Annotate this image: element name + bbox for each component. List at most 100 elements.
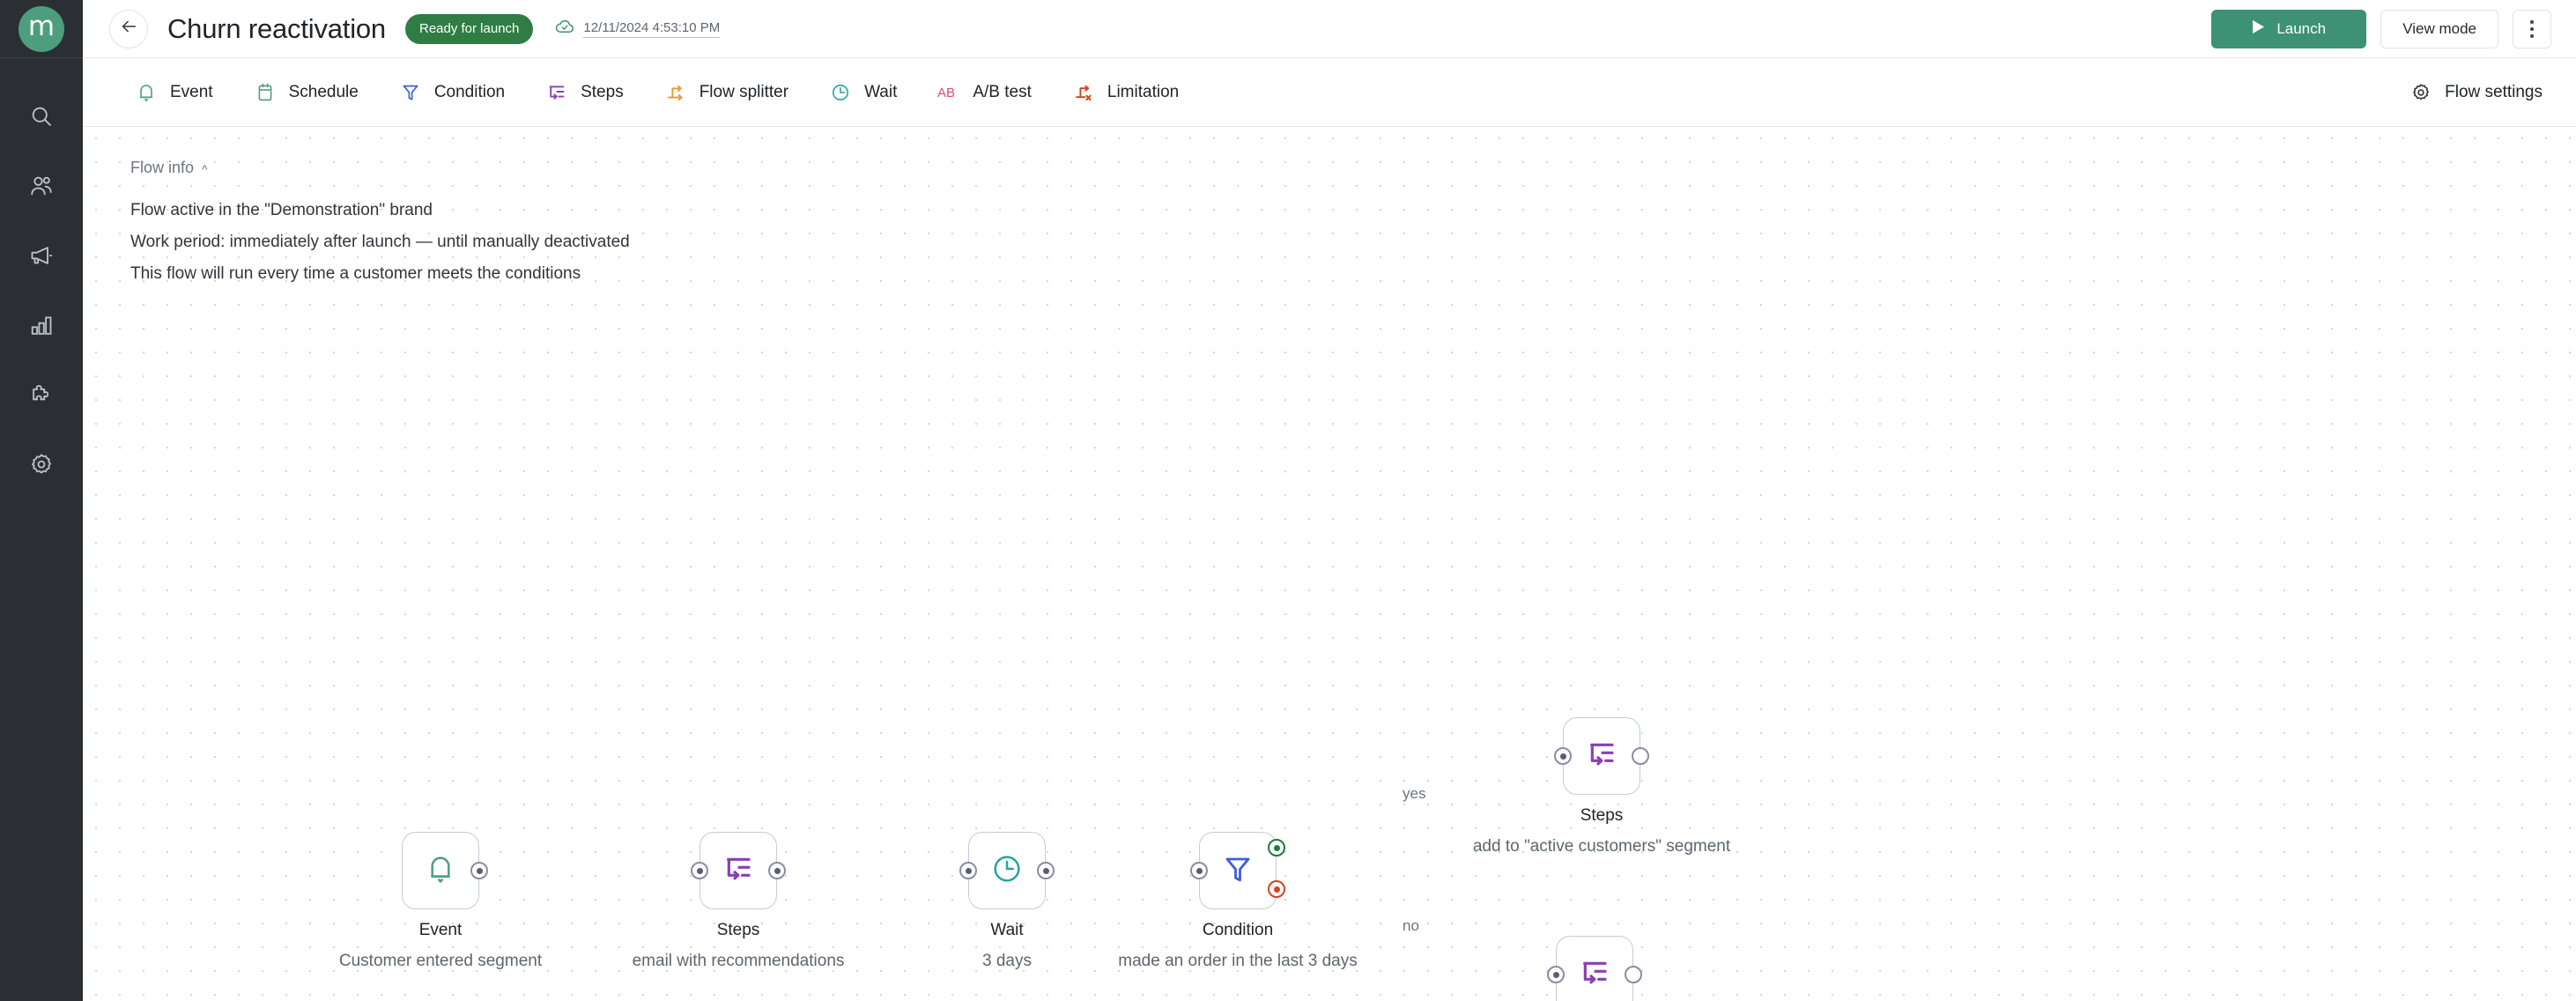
calendar-icon: [254, 81, 277, 104]
flow-node-caption: Wait 3 days: [982, 922, 1032, 972]
flow-node-condition[interactable]: Condition made an order in the last 3 da…: [1118, 832, 1358, 970]
flow-info-panel: Flow info ^ Flow active in the "Demonstr…: [130, 159, 630, 282]
flow-node-box[interactable]: [1563, 717, 1640, 795]
flow-node-title: Steps: [716, 921, 760, 939]
status-badge: Ready for launch: [404, 13, 534, 44]
toolbar-item-steps[interactable]: Steps: [525, 70, 644, 115]
back-button[interactable]: [109, 9, 148, 48]
megaphone-icon: [29, 243, 54, 268]
flow-info-line: Work period: immediately after launch — …: [130, 233, 630, 251]
chevron-up-icon: ^: [202, 161, 208, 176]
node-input-port[interactable]: [1190, 862, 1208, 879]
ab-test-icon: AB: [937, 81, 960, 104]
arrow-left-icon: [119, 17, 138, 41]
more-menu-button[interactable]: [2513, 9, 2551, 48]
sidebar-item-audience[interactable]: [0, 151, 83, 220]
clock-icon: [829, 81, 852, 104]
view-mode-label: View mode: [2402, 19, 2476, 37]
flow-node-caption: Event Customer entered segment: [339, 922, 542, 972]
sidebar-item-analytics[interactable]: [0, 290, 83, 360]
gear-icon: [2409, 81, 2432, 104]
sidebar-item-integrations[interactable]: [0, 360, 83, 429]
saved-timestamp[interactable]: 12/11/2024 4:53:10 PM: [583, 20, 721, 38]
flow-splitter-icon: [664, 81, 687, 104]
toolbar-item-label: Event: [170, 82, 213, 101]
flow-settings-label: Flow settings: [2445, 82, 2543, 101]
node-input-port[interactable]: [691, 862, 708, 879]
toolbar-item-flow-splitter[interactable]: Flow splitter: [644, 70, 809, 115]
node-output-port[interactable]: [1632, 747, 1649, 765]
flow-node-caption: Condition made an order in the last 3 da…: [1118, 922, 1357, 972]
main-area: Churn reactivation Ready for launch 12/1…: [83, 0, 2576, 1001]
flow-node-title: Event: [418, 921, 463, 939]
flow-node-title: Steps: [1580, 806, 1624, 825]
flow-node-event[interactable]: Event Customer entered segment: [339, 832, 542, 970]
flow-node-box[interactable]: [700, 832, 777, 909]
node-input-port[interactable]: [1554, 747, 1572, 765]
flow-node-wait[interactable]: Wait 3 days: [959, 832, 1055, 970]
page-title: Churn reactivation: [167, 12, 386, 44]
node-output-port[interactable]: [1037, 862, 1055, 879]
flow-node-subtitle: made an order in the last 3 days: [1118, 952, 1358, 970]
sidebar-item-settings[interactable]: [0, 429, 83, 499]
limitation-icon: [1072, 81, 1095, 104]
toolbar-item-label: Flow splitter: [699, 82, 789, 101]
app-logo[interactable]: m: [0, 0, 83, 58]
flow-node-steps-promo-code[interactable]: Steps campaign with a promo code: [1547, 936, 1642, 1001]
flow-node-caption: Steps email with recommendations: [633, 922, 845, 972]
edge-label-yes: yes: [1403, 785, 1426, 802]
funnel-icon: [1220, 851, 1255, 891]
node-output-port-yes[interactable]: [1268, 839, 1285, 856]
toolbar-item-ab-test[interactable]: AB A/B test: [917, 70, 1052, 115]
flow-settings-button[interactable]: Flow settings: [2389, 81, 2551, 104]
kebab-menu-icon: [2530, 19, 2534, 38]
flow-node-subtitle: Customer entered segment: [338, 952, 543, 970]
clock-icon: [989, 851, 1025, 891]
toolbar-item-label: Limitation: [1107, 82, 1180, 101]
steps-icon: [721, 851, 756, 891]
bar-chart-icon: [29, 313, 54, 337]
node-output-port-no[interactable]: [1268, 880, 1285, 898]
toolbar-item-label: Condition: [433, 82, 506, 101]
flow-node-steps-active-segment[interactable]: Steps add to "active customers" segment: [1473, 717, 1730, 856]
users-icon: [29, 174, 54, 198]
sidebar-item-campaigns[interactable]: [0, 220, 83, 290]
edge-label-no: no: [1403, 917, 1419, 934]
node-input-port[interactable]: [1547, 966, 1565, 983]
flow-info-heading: Flow info: [130, 159, 195, 176]
toolbar-item-condition[interactable]: Condition: [379, 70, 525, 115]
last-saved: 12/11/2024 4:53:10 PM: [554, 16, 721, 41]
toolbar-item-limitation[interactable]: Limitation: [1052, 70, 1199, 115]
launch-button[interactable]: Launch: [2211, 9, 2367, 48]
node-output-port[interactable]: [1625, 966, 1642, 983]
sidebar: m: [0, 0, 83, 1001]
toolbar-item-label: A/B test: [973, 82, 1032, 101]
launch-button-label: Launch: [2276, 19, 2327, 37]
steps-icon: [545, 81, 568, 104]
toolbar-item-wait[interactable]: Wait: [809, 70, 917, 115]
toolbar-item-event[interactable]: Event: [115, 70, 233, 115]
bell-icon: [423, 851, 458, 891]
flow-node-box[interactable]: [402, 832, 479, 909]
toolbar-item-schedule[interactable]: Schedule: [233, 70, 379, 115]
play-icon: [2252, 19, 2265, 39]
node-output-port[interactable]: [768, 862, 786, 879]
flow-node-box[interactable]: [1199, 832, 1277, 909]
block-toolbar: Event Schedule Condition Steps Flow spli…: [83, 58, 2576, 127]
flow-node-box[interactable]: [1556, 936, 1633, 1001]
flow-node-title: Wait: [990, 921, 1024, 939]
flow-builder-app: m Churn reactivation Ready for launch 12…: [0, 0, 2576, 1001]
toolbar-item-label: Schedule: [288, 82, 359, 101]
flow-node-box[interactable]: [968, 832, 1046, 909]
node-input-port[interactable]: [959, 862, 977, 879]
flow-info-toggle[interactable]: Flow info ^: [130, 159, 630, 177]
logo-mark: m: [19, 5, 64, 52]
sidebar-item-search[interactable]: [0, 81, 83, 151]
flow-canvas[interactable]: Flow info ^ Flow active in the "Demonstr…: [83, 127, 2576, 1001]
bell-icon: [135, 81, 158, 104]
view-mode-button[interactable]: View mode: [2380, 9, 2498, 48]
node-output-port[interactable]: [470, 862, 488, 879]
flow-node-steps-email[interactable]: Steps email with recommendations: [633, 832, 844, 970]
flow-info-line: Flow active in the "Demonstration" brand: [130, 201, 433, 219]
page-header: Churn reactivation Ready for launch 12/1…: [83, 0, 2576, 58]
